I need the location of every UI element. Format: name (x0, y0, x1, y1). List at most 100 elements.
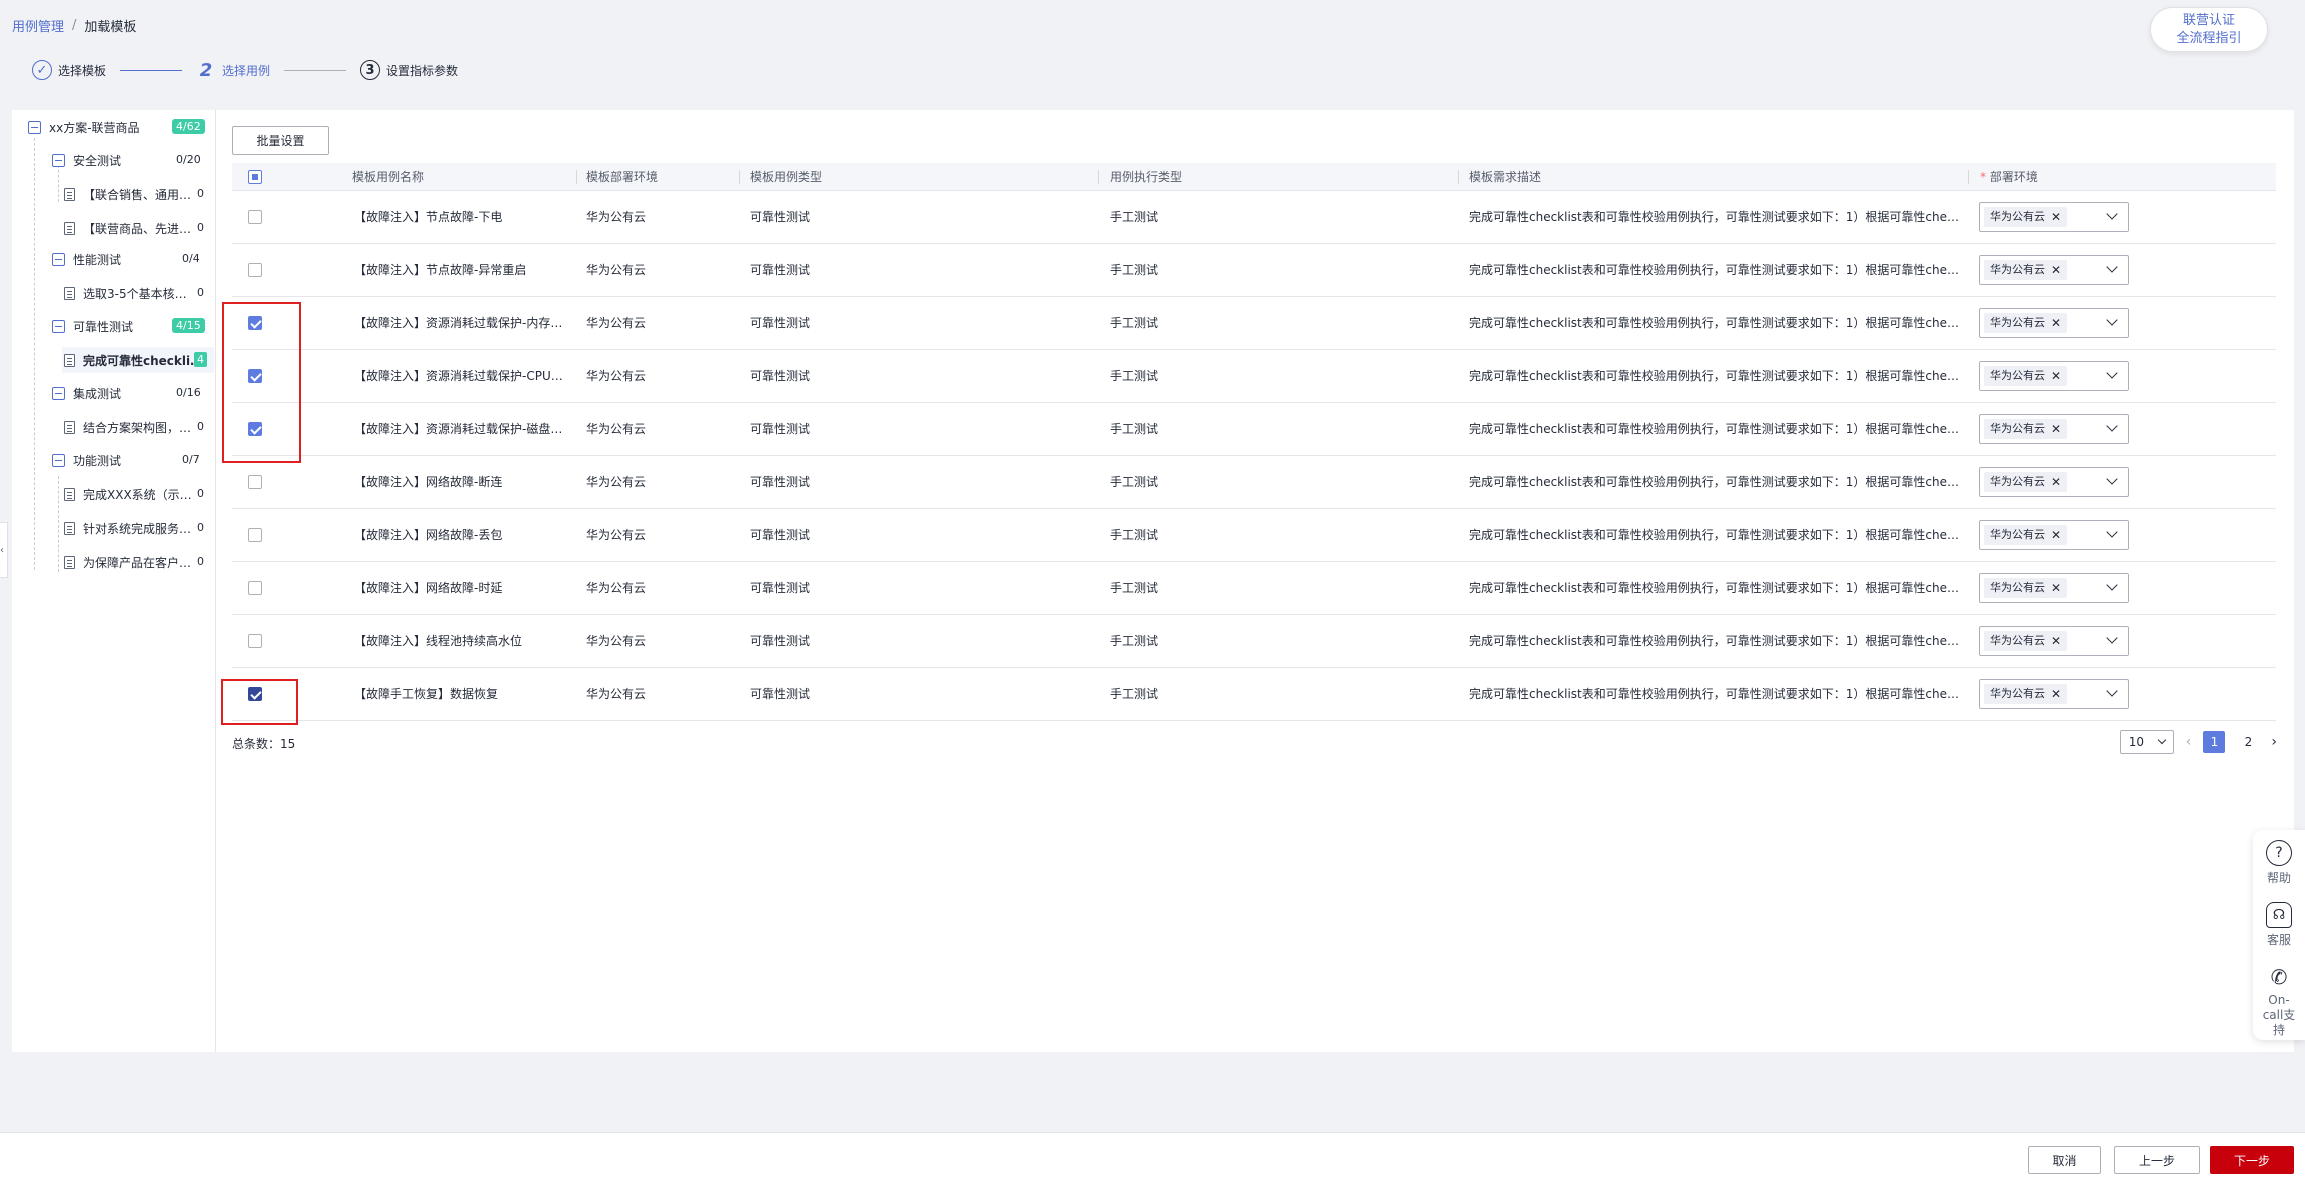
tree-node-label: 安全测试 (73, 153, 122, 168)
deploy-env-select[interactable]: 华为公有云 ✕ (1979, 467, 2129, 497)
tree-item[interactable]: 【联营商品、先进… (64, 217, 191, 239)
oncall-button[interactable]: ✆ On-call支持 (2253, 954, 2305, 1037)
breadcrumb-parent-link[interactable]: 用例管理 (12, 16, 64, 35)
cancel-button[interactable]: 取消 (2028, 1146, 2101, 1174)
deploy-env-select[interactable]: 华为公有云 ✕ (1979, 679, 2129, 709)
select-all-checkbox[interactable] (248, 170, 262, 184)
tree-item[interactable]: 【联合销售、通用… (64, 183, 191, 205)
close-icon[interactable]: ✕ (2051, 207, 2061, 227)
column-divider[interactable] (1458, 170, 1459, 184)
chevron-down-icon (2106, 473, 2118, 485)
case-name: 【故障注入】资源消耗过载保护-CPU… (354, 369, 563, 383)
tree-item[interactable]: 针对系统完成服务… (64, 517, 191, 539)
customer-service-label: 客服 (2266, 933, 2291, 947)
row-checkbox[interactable] (248, 263, 262, 277)
env-tag-label: 华为公有云 (1990, 581, 2045, 594)
deploy-env-select[interactable]: 华为公有云 ✕ (1979, 308, 2129, 338)
page-size-select[interactable]: 10 (2119, 730, 2174, 754)
deploy-env-select[interactable]: 华为公有云 ✕ (1979, 414, 2129, 444)
tree-item[interactable]: 结合方案架构图，… (64, 416, 191, 438)
close-icon[interactable]: ✕ (2051, 578, 2061, 598)
next-page-icon[interactable]: › (2271, 734, 2277, 750)
prev-page-icon[interactable]: ‹ (2186, 734, 2192, 750)
template-env: 华为公有云 (586, 316, 647, 330)
exec-type: 手工测试 (1110, 316, 1159, 330)
page-2[interactable]: 2 (2237, 731, 2259, 753)
collapse-icon[interactable] (52, 252, 65, 266)
page-1[interactable]: 1 (2203, 731, 2226, 753)
close-icon[interactable]: ✕ (2051, 684, 2061, 704)
tree-count: 0 (197, 187, 204, 200)
row-checkbox[interactable] (248, 581, 262, 595)
step-indicator: ✓ 选择模板 2 选择用例 3 设置指标参数 (32, 60, 458, 81)
collapse-icon[interactable] (52, 453, 65, 467)
tree-item[interactable]: 选取3-5个基本核… (64, 282, 187, 304)
oncall-label: On-call支持 (2262, 993, 2296, 1037)
breadcrumb: 用例管理 / 加载模板 (12, 16, 136, 35)
collapse-icon[interactable] (28, 120, 41, 134)
column-divider[interactable] (1098, 170, 1099, 184)
row-checkbox[interactable] (248, 210, 262, 224)
deploy-env-select[interactable]: 华为公有云 ✕ (1979, 520, 2129, 550)
env-tag-label: 华为公有云 (1990, 528, 2045, 541)
case-type: 可靠性测试 (750, 687, 811, 701)
table-row[interactable]: 【故障注入】资源消耗过载保护-磁盘… 华为公有云 可靠性测试 手工测试 完成可靠性che… (232, 403, 2276, 456)
close-icon[interactable]: ✕ (2051, 631, 2061, 651)
close-icon[interactable]: ✕ (2051, 525, 2061, 545)
deploy-env-select[interactable]: 华为公有云 ✕ (1979, 202, 2129, 232)
row-checkbox[interactable] (248, 528, 262, 542)
tree-group-security[interactable]: 安全测试 (52, 149, 121, 171)
table-row[interactable]: 【故障注入】网络故障-时延 华为公有云 可靠性测试 手工测试 完成可靠性checklis… (232, 562, 2276, 615)
column-divider[interactable] (576, 170, 577, 184)
tree-node-label: xx方案-联营商品 (49, 120, 140, 135)
table-row[interactable]: 【故障手工恢复】数据恢复 华为公有云 可靠性测试 手工测试 完成可靠性checklist… (232, 668, 2276, 721)
close-icon[interactable]: ✕ (2051, 366, 2061, 386)
next-step-button[interactable]: 下一步 (2210, 1146, 2294, 1174)
column-divider[interactable] (1968, 170, 1969, 184)
tree-count: 0 (197, 521, 204, 534)
deploy-env-select[interactable]: 华为公有云 ✕ (1979, 626, 2129, 656)
template-env: 华为公有云 (586, 475, 647, 489)
table-row[interactable]: 【故障注入】网络故障-断连 华为公有云 可靠性测试 手工测试 完成可靠性checklis… (232, 456, 2276, 509)
tree-group-reliability[interactable]: 可靠性测试 (52, 315, 133, 337)
close-icon[interactable]: ✕ (2051, 313, 2061, 333)
table-row[interactable]: 【故障注入】节点故障-异常重启 华为公有云 可靠性测试 手工测试 完成可靠性checkl… (232, 244, 2276, 297)
tree-collapse-handle[interactable]: ‹ (0, 522, 8, 578)
table-row[interactable]: 【故障注入】线程池持续高水位 华为公有云 可靠性测试 手工测试 完成可靠性checkli… (232, 615, 2276, 668)
batch-settings-button[interactable]: 批量设置 (232, 126, 329, 155)
collapse-icon[interactable] (52, 153, 65, 167)
deploy-env-select[interactable]: 华为公有云 ✕ (1979, 255, 2129, 285)
tree-group-integration[interactable]: 集成测试 (52, 382, 121, 404)
case-type: 可靠性测试 (750, 634, 811, 648)
step-select-template: ✓ 选择模板 (32, 60, 106, 80)
tree-item[interactable]: 为保障产品在客户… (64, 551, 191, 573)
env-tag-label: 华为公有云 (1990, 316, 2045, 329)
table-row[interactable]: 【故障注入】资源消耗过载保护-CPU… 华为公有云 可靠性测试 手工测试 完成可靠性ch… (232, 350, 2276, 403)
table-row[interactable]: 【故障注入】网络故障-丢包 华为公有云 可靠性测试 手工测试 完成可靠性checklis… (232, 509, 2276, 562)
tree-root[interactable]: xx方案-联营商品 (28, 116, 140, 138)
tree-group-performance[interactable]: 性能测试 (52, 248, 121, 270)
row-checkbox[interactable] (248, 475, 262, 489)
close-icon[interactable]: ✕ (2051, 472, 2061, 492)
prev-step-button[interactable]: 上一步 (2114, 1146, 2200, 1174)
tree-group-functional[interactable]: 功能测试 (52, 449, 121, 471)
table-row[interactable]: 【故障注入】资源消耗过载保护-内存… 华为公有云 可靠性测试 手工测试 完成可靠性che… (232, 297, 2276, 350)
table-row[interactable]: 【故障注入】节点故障-下电 华为公有云 可靠性测试 手工测试 完成可靠性checklis… (232, 191, 2276, 244)
table-body: 【故障注入】节点故障-下电 华为公有云 可靠性测试 手工测试 完成可靠性checklis… (232, 191, 2276, 721)
case-type: 可靠性测试 (750, 369, 811, 383)
help-button[interactable]: ? 帮助 (2253, 830, 2305, 892)
column-divider[interactable] (739, 170, 740, 184)
row-checkbox[interactable] (248, 634, 262, 648)
collapse-icon[interactable] (52, 386, 65, 400)
exec-type: 手工测试 (1110, 210, 1159, 224)
certification-guide-button[interactable]: 联营认证 全流程指引 (2150, 7, 2268, 52)
close-icon[interactable]: ✕ (2051, 419, 2061, 439)
deploy-env-select[interactable]: 华为公有云 ✕ (1979, 361, 2129, 391)
customer-service-button[interactable]: ☊ 客服 (2253, 892, 2305, 954)
step-connector (284, 69, 347, 71)
tree-item-selected[interactable]: 完成可靠性checkli… (64, 349, 202, 371)
collapse-icon[interactable] (52, 319, 65, 333)
tree-item[interactable]: 完成XXX系统（示… (64, 483, 192, 505)
deploy-env-select[interactable]: 华为公有云 ✕ (1979, 573, 2129, 603)
close-icon[interactable]: ✕ (2051, 260, 2061, 280)
